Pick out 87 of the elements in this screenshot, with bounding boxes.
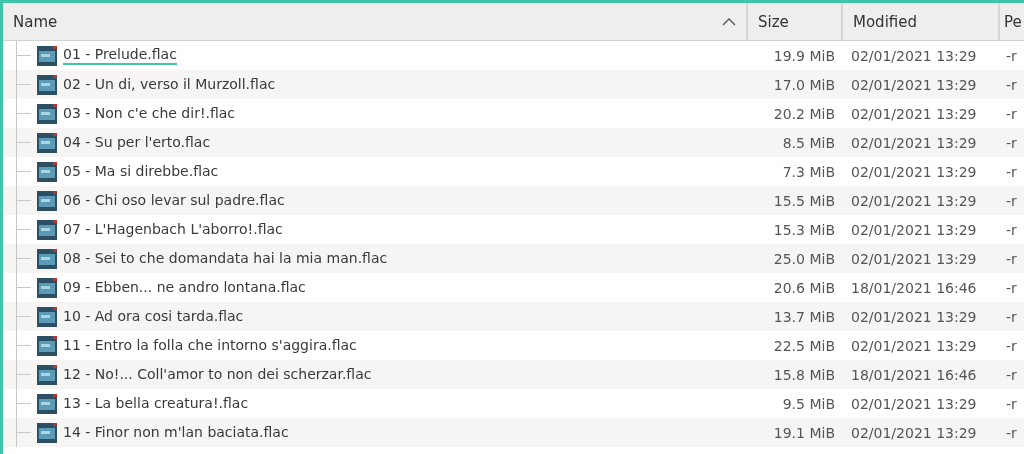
file-size: 20.2 MiB — [772, 105, 836, 122]
file-row[interactable]: 09 - Ebben... ne andro lontana.flac 20.6 MiB 18/01/2021 16:46 -r — [3, 273, 1024, 302]
modified-date: 18/01/2021 16:46 — [850, 279, 978, 296]
file-row[interactable]: 02 - Un di, verso il Murzoll.flac 17.0 MiB 02/01/2021 13:29 -r — [3, 70, 1024, 99]
album-cover-icon — [37, 103, 57, 124]
file-size: 8.5 MiB — [781, 134, 836, 151]
album-cover-icon — [37, 335, 57, 356]
file-name: 11 - Entro la folla che intorno s'aggira.flac — [63, 337, 357, 354]
modified-date: 18/01/2021 16:46 — [850, 366, 978, 383]
file-name: 01 - Prelude.flac — [63, 46, 177, 65]
permissions: -r — [1005, 76, 1018, 93]
file-row[interactable]: 10 - Ad ora cosi tarda.flac 13.7 MiB 02/01/2021 13:29 -r — [3, 302, 1024, 331]
file-row[interactable]: 11 - Entro la folla che intorno s'aggira.flac 22.5 MiB 02/01/2021 13:29 -r — [3, 331, 1024, 360]
file-name: 10 - Ad ora cosi tarda.flac — [63, 308, 244, 325]
file-name: 07 - L'Hagenbach L'aborro!.flac — [63, 221, 283, 238]
file-row[interactable]: 07 - L'Hagenbach L'aborro!.flac 15.3 MiB 02/01/2021 13:29 -r — [3, 215, 1024, 244]
modified-date: 02/01/2021 13:29 — [850, 163, 978, 180]
file-size: 15.8 MiB — [772, 366, 836, 383]
file-size: 22.5 MiB — [772, 337, 836, 354]
album-cover-icon — [37, 277, 57, 298]
album-cover-icon — [37, 364, 57, 385]
file-name: 12 - No!... Coll'amor to non dei scherzar.flac — [63, 366, 372, 383]
modified-date: 02/01/2021 13:29 — [850, 47, 978, 64]
file-name: 05 - Ma si direbbe.flac — [63, 163, 219, 180]
modified-date: 02/01/2021 13:29 — [850, 105, 978, 122]
file-size: 17.0 MiB — [772, 76, 836, 93]
permissions: -r — [1005, 192, 1018, 209]
column-header[interactable]: Name — [3, 3, 748, 40]
permissions: -r — [1005, 308, 1018, 325]
album-cover-icon — [37, 190, 57, 211]
column-header[interactable]: Modified — [843, 3, 1000, 40]
permissions: -r — [1005, 134, 1018, 151]
album-cover-icon — [37, 219, 57, 240]
file-name: 02 - Un di, verso il Murzoll.flac — [63, 76, 276, 93]
file-name: 09 - Ebben... ne andro lontana.flac — [63, 279, 306, 296]
album-cover-icon — [37, 45, 57, 66]
permissions: -r — [1005, 337, 1018, 354]
file-size: 15.3 MiB — [772, 221, 836, 238]
permissions: -r — [1005, 424, 1018, 441]
file-size: 25.0 MiB — [772, 250, 836, 267]
album-cover-icon — [37, 393, 57, 414]
permissions: -r — [1005, 47, 1018, 64]
column-header[interactable]: Pe — [1000, 3, 1024, 40]
album-cover-icon — [37, 422, 57, 443]
file-size: 19.1 MiB — [772, 424, 836, 441]
permissions: -r — [1005, 395, 1018, 412]
file-row[interactable]: 14 - Finor non m'lan baciata.flac 19.1 MiB 02/01/2021 13:29 -r — [3, 418, 1024, 447]
permissions: -r — [1005, 366, 1018, 383]
file-name: 14 - Finor non m'lan baciata.flac — [63, 424, 289, 441]
file-row[interactable]: 06 - Chi oso levar sul padre.flac 15.5 MiB 02/01/2021 13:29 -r — [3, 186, 1024, 215]
album-cover-icon — [37, 306, 57, 327]
file-name: 13 - La bella creatura!.flac — [63, 395, 249, 412]
column-header[interactable]: Size — [748, 3, 843, 40]
modified-date: 02/01/2021 13:29 — [850, 221, 978, 238]
file-row[interactable]: 05 - Ma si direbbe.flac 7.3 MiB 02/01/2021 13:29 -r — [3, 157, 1024, 186]
permissions: -r — [1005, 163, 1018, 180]
permissions: -r — [1005, 105, 1018, 122]
file-name: 04 - Su per l'erto.flac — [63, 134, 211, 151]
file-size: 15.5 MiB — [772, 192, 836, 209]
album-cover-icon — [37, 248, 57, 269]
permissions: -r — [1005, 221, 1018, 238]
modified-date: 02/01/2021 13:29 — [850, 76, 978, 93]
file-row[interactable]: 12 - No!... Coll'amor to non dei scherzar.flac 15.8 MiB 18/01/2021 16:46 -r — [3, 360, 1024, 389]
file-name: 06 - Chi oso levar sul padre.flac — [63, 192, 285, 209]
file-size: 20.6 MiB — [772, 279, 836, 296]
album-cover-icon — [37, 161, 57, 182]
file-row[interactable]: 03 - Non c'e che dir!.flac 20.2 MiB 02/01/2021 13:29 -r — [3, 99, 1024, 128]
modified-date: 02/01/2021 13:29 — [850, 192, 978, 209]
modified-date: 02/01/2021 13:29 — [850, 308, 978, 325]
modified-date: 02/01/2021 13:29 — [850, 337, 978, 354]
modified-date: 02/01/2021 13:29 — [850, 424, 978, 441]
file-row[interactable]: 08 - Sei to che domandata hai la mia man.flac 25.0 MiB 02/01/2021 13:29 -r — [3, 244, 1024, 273]
permissions: -r — [1005, 250, 1018, 267]
permissions: -r — [1005, 279, 1018, 296]
album-cover-icon — [37, 132, 57, 153]
modified-date: 02/01/2021 13:29 — [850, 134, 978, 151]
file-row[interactable]: 13 - La bella creatura!.flac 9.5 MiB 02/01/2021 13:29 -r — [3, 389, 1024, 418]
file-size: 7.3 MiB — [781, 163, 836, 180]
modified-date: 02/01/2021 13:29 — [850, 395, 978, 412]
file-name: 08 - Sei to che domandata hai la mia man.flac — [63, 250, 388, 267]
file-size: 13.7 MiB — [772, 308, 836, 325]
file-size: 9.5 MiB — [781, 395, 836, 412]
album-cover-icon — [37, 74, 57, 95]
modified-date: 02/01/2021 13:29 — [850, 250, 978, 267]
file-row[interactable]: 04 - Su per l'erto.flac 8.5 MiB 02/01/2021 13:29 -r — [3, 128, 1024, 157]
file-size: 19.9 MiB — [772, 47, 836, 64]
file-name: 03 - Non c'e che dir!.flac — [63, 105, 236, 122]
